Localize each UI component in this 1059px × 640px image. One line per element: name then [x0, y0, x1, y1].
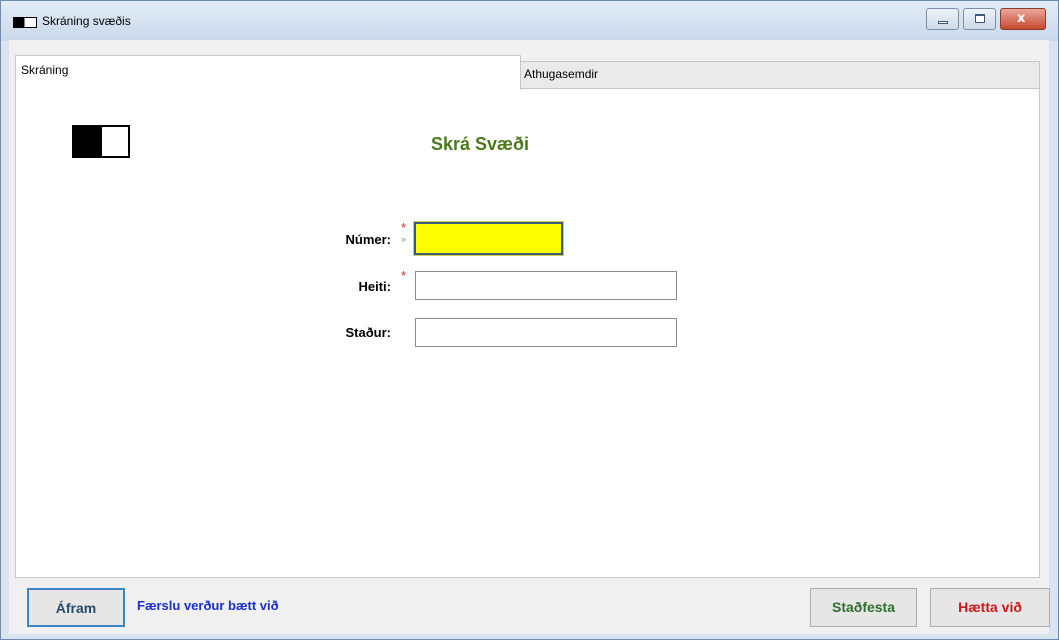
window-app-icon — [13, 17, 37, 28]
window-title: Skráning svæðis — [42, 14, 131, 28]
required-marker: * — [401, 268, 407, 283]
name-label: Heiti: — [358, 279, 392, 294]
tab-skraning[interactable]: Skráning — [15, 55, 521, 90]
form-logo-icon — [72, 125, 130, 158]
tab-athugasemdir[interactable]: Athugasemdir — [521, 61, 1040, 89]
form-title: Skrá Svæði — [430, 134, 530, 154]
tab-label: Athugasemdir — [524, 67, 599, 81]
status-text: Færslu verður bætt við — [137, 598, 279, 613]
required-marker: * — [401, 220, 407, 235]
close-button[interactable]: x — [1000, 8, 1046, 30]
tab-label: Skráning — [21, 63, 69, 77]
next-button[interactable]: Áfram — [27, 588, 125, 627]
focus-marker-icon: » — [401, 234, 407, 244]
title-bar[interactable]: Skráning svæðis x — [1, 1, 1058, 41]
number-label: Númer: — [345, 232, 391, 247]
place-field[interactable] — [415, 318, 677, 347]
number-field[interactable] — [414, 222, 563, 255]
maximize-icon — [975, 14, 985, 23]
confirm-button[interactable]: Staðfesta — [810, 588, 917, 627]
maximize-button[interactable] — [963, 8, 996, 30]
minimize-icon — [938, 21, 948, 24]
close-icon: x — [1017, 11, 1026, 26]
minimize-button[interactable] — [926, 8, 959, 30]
place-label: Staður: — [345, 325, 392, 340]
name-field[interactable] — [415, 271, 677, 300]
cancel-button[interactable]: Hætta við — [930, 588, 1050, 627]
